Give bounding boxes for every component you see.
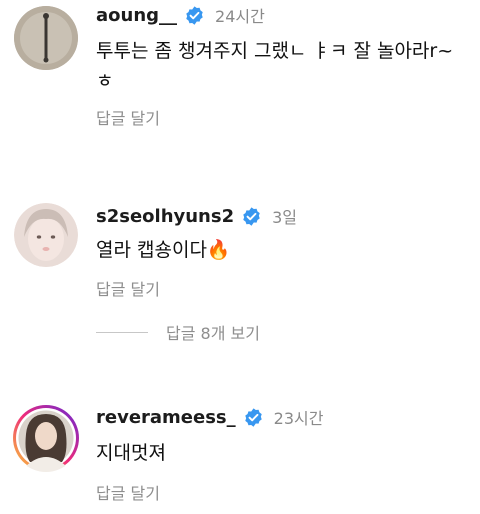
- comment-time: 24시간: [215, 7, 265, 26]
- comment-time: 3일: [272, 208, 298, 227]
- reply-button[interactable]: 답글 달기: [96, 480, 160, 504]
- reply-button[interactable]: 답글 달기: [96, 276, 160, 300]
- view-replies-button[interactable]: 답글 8개 보기: [96, 320, 260, 344]
- view-replies-label: 답글 8개 보기: [166, 324, 260, 343]
- comment-text: 투투는 좀 챙겨주지 그랬ㄴ ㅑㅋ 잘 놀아라r~ ㅎ: [96, 40, 454, 92]
- username[interactable]: s2seolhyuns2: [96, 206, 234, 227]
- reply-button[interactable]: 답글 달기: [96, 105, 160, 129]
- verified-badge-icon: [186, 5, 203, 25]
- fire-emoji-icon: 🔥: [206, 239, 231, 261]
- comment-text-container: 열라 캡숑이다🔥: [96, 235, 466, 265]
- comment-text: 지대멋져: [96, 442, 166, 464]
- avatar[interactable]: [14, 203, 78, 267]
- avatar[interactable]: [14, 6, 78, 70]
- comment-header: aoung__ 24시간: [96, 3, 265, 27]
- comment-header: s2seolhyuns2 3일: [96, 204, 297, 228]
- avatar-image: [14, 203, 78, 267]
- username[interactable]: aoung__: [96, 5, 177, 26]
- comment-time: 23시간: [273, 409, 324, 428]
- username[interactable]: reverameess_: [96, 407, 236, 428]
- avatar-image: [13, 405, 79, 472]
- avatar[interactable]: [12, 404, 80, 472]
- verified-badge-icon: [244, 407, 262, 427]
- comment-text: 열라 캡숑이다: [96, 239, 207, 261]
- verified-badge-icon: [243, 206, 260, 226]
- view-replies-divider: [96, 331, 148, 333]
- avatar-image: [14, 6, 78, 70]
- comment-header: reverameess_ 23시간: [96, 405, 323, 429]
